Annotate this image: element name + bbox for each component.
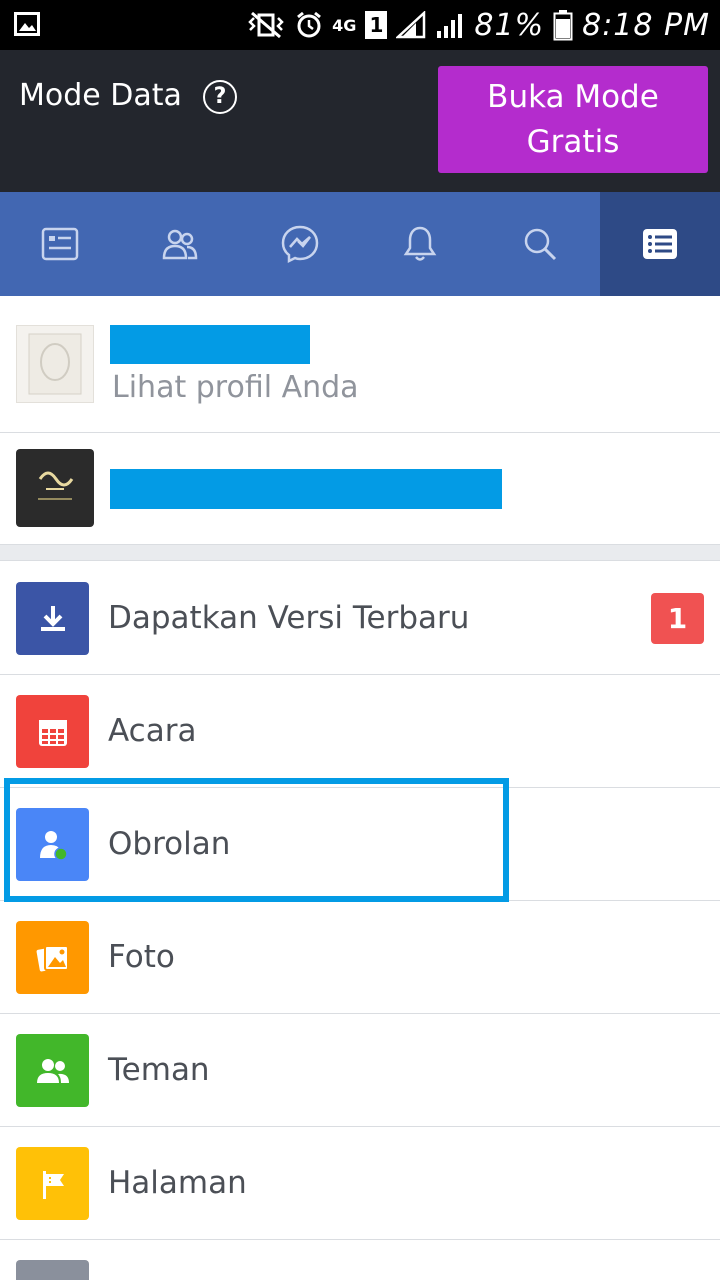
network-type: 4G xyxy=(332,15,357,35)
button-label-line2: Gratis xyxy=(526,124,620,160)
menu-item-pages[interactable]: Halaman xyxy=(0,1127,720,1240)
messenger-icon xyxy=(281,225,319,264)
battery-percent: 81% xyxy=(474,7,545,43)
open-free-mode-button[interactable]: Buka Mode Gratis xyxy=(438,66,708,173)
vibrate-mute-icon xyxy=(248,11,284,39)
menu-item-friends[interactable]: Teman xyxy=(0,1014,720,1127)
photo-icon xyxy=(16,921,89,994)
menu-item-label: Dapatkan Versi Terbaru xyxy=(108,600,470,636)
friends-icon xyxy=(162,229,198,260)
highlight-box xyxy=(4,778,509,902)
flag-icon xyxy=(16,1147,89,1220)
top-nav-bar xyxy=(0,192,720,296)
menu-item-label: Foto xyxy=(108,939,175,975)
menu-item-get-latest-version[interactable]: Dapatkan Versi Terbaru 1 xyxy=(0,562,720,675)
profile-row[interactable] xyxy=(0,296,720,433)
menu-item-events[interactable]: Acara xyxy=(0,675,720,788)
tab-news-feed[interactable] xyxy=(0,192,120,296)
tab-friends[interactable] xyxy=(120,192,240,296)
button-label-line1: Buka Mode xyxy=(487,79,659,115)
friends-icon xyxy=(16,1034,89,1107)
tab-notifications[interactable] xyxy=(360,192,480,296)
calendar-icon xyxy=(16,695,89,768)
tab-menu[interactable] xyxy=(600,192,720,296)
profile-avatar xyxy=(16,325,94,403)
data-mode-bar: Mode Data Buka Mode Gratis xyxy=(0,50,720,192)
menu-icon xyxy=(643,229,677,259)
clock: 8:18 PM xyxy=(582,7,710,43)
menu-item-label: Halaman xyxy=(108,1165,247,1201)
menu-item-label: Acara xyxy=(108,713,197,749)
page-name-redacted xyxy=(110,469,502,509)
search-icon xyxy=(524,228,557,261)
help-icon[interactable]: ? xyxy=(203,80,237,114)
download-icon xyxy=(16,582,89,655)
sim-indicator: 1 xyxy=(365,11,388,39)
menu-item-icon xyxy=(16,1260,89,1280)
tab-search[interactable] xyxy=(480,192,600,296)
tab-messenger[interactable] xyxy=(240,192,360,296)
notifications-icon xyxy=(403,226,437,261)
update-count-badge: 1 xyxy=(651,593,704,644)
battery-icon xyxy=(553,10,573,41)
mode-title: Mode Data xyxy=(19,78,182,113)
signal-icon xyxy=(396,11,426,39)
menu-item-label: Teman xyxy=(108,1052,210,1088)
status-bar: 4G 1 81% 8:18 PM xyxy=(0,0,720,50)
section-separator xyxy=(0,544,720,561)
menu-item-photos[interactable]: Foto xyxy=(0,901,720,1014)
menu-item-partial[interactable] xyxy=(0,1240,720,1280)
alarm-icon xyxy=(297,11,322,38)
gallery-icon xyxy=(14,12,40,36)
signal-icon-2 xyxy=(437,14,463,38)
news-feed-icon xyxy=(41,227,79,261)
profile-subtitle: Lihat profil Anda xyxy=(112,370,359,405)
profile-name-redacted xyxy=(110,325,310,364)
page-avatar xyxy=(16,449,94,527)
